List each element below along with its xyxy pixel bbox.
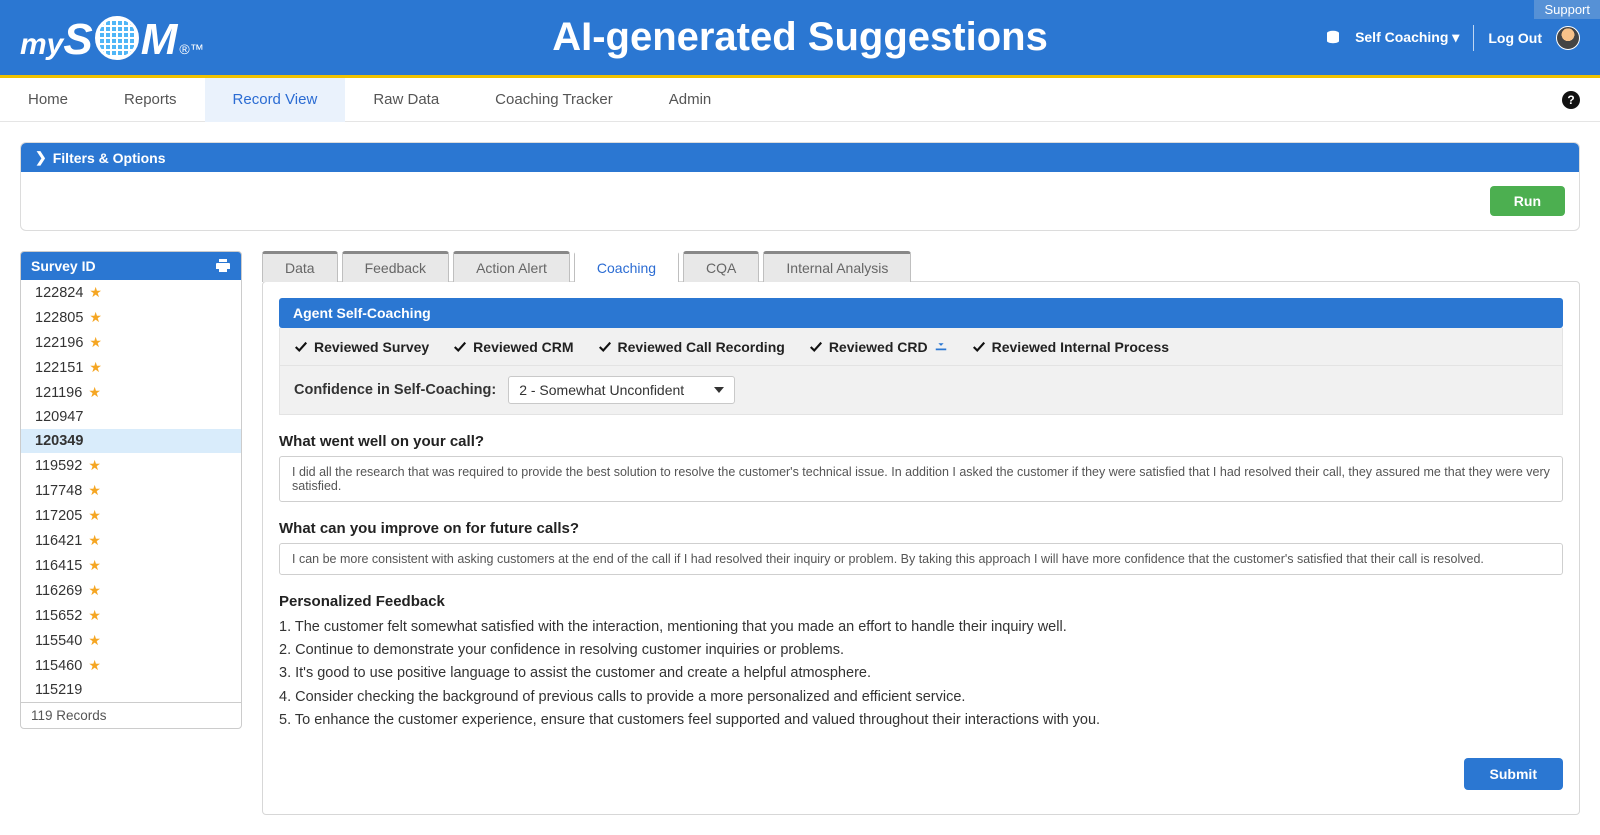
feedback-item: 1. The customer felt somewhat satisfied …: [279, 616, 1563, 639]
coaching-card: Agent Self-Coaching Reviewed SurveyRevie…: [262, 281, 1580, 815]
nav-raw-data[interactable]: Raw Data: [345, 78, 467, 122]
mode-selector[interactable]: Self Coaching ▾: [1355, 29, 1459, 46]
main-nav: HomeReportsRecord ViewRaw DataCoaching T…: [0, 78, 1600, 122]
star-icon: ★: [88, 582, 101, 599]
star-icon: ★: [88, 507, 101, 524]
survey-row[interactable]: 116415★: [21, 553, 241, 578]
run-button[interactable]: Run: [1490, 186, 1565, 216]
tab-coaching[interactable]: Coaching: [574, 251, 679, 282]
feedback-item: 4. Consider checking the background of p…: [279, 686, 1563, 709]
survey-row[interactable]: 115219: [21, 678, 241, 702]
feedback-list: 1. The customer felt somewhat satisfied …: [279, 616, 1563, 732]
filters-panel: ❯ Filters & Options Run: [20, 142, 1580, 231]
star-icon: ★: [89, 284, 102, 301]
survey-row[interactable]: 122805★: [21, 305, 241, 330]
help-icon[interactable]: ?: [1562, 91, 1580, 109]
feedback-item: 3. It's good to use positive language to…: [279, 662, 1563, 685]
star-icon: ★: [88, 632, 101, 649]
check-reviewed-crd[interactable]: Reviewed CRD: [809, 338, 948, 355]
check-reviewed-survey[interactable]: Reviewed Survey: [294, 339, 429, 355]
confidence-select[interactable]: 2 - Somewhat Unconfident: [508, 376, 735, 404]
survey-row[interactable]: 117205★: [21, 503, 241, 528]
survey-row[interactable]: 122196★: [21, 330, 241, 355]
survey-count: 119 Records: [21, 702, 241, 728]
tab-data[interactable]: Data: [262, 251, 338, 282]
star-icon: ★: [89, 334, 102, 351]
q2-answer[interactable]: I can be more consistent with asking cus…: [279, 543, 1563, 575]
survey-row[interactable]: 115460★: [21, 653, 241, 678]
chevron-down-icon: [714, 387, 724, 393]
chevron-right-icon: ❯: [35, 149, 47, 166]
feedback-item: 2. Continue to demonstrate your confiden…: [279, 639, 1563, 662]
avatar[interactable]: [1556, 26, 1580, 50]
survey-row[interactable]: 115540★: [21, 628, 241, 653]
survey-row[interactable]: 120947: [21, 405, 241, 429]
feedback-title: Personalized Feedback: [279, 593, 1563, 610]
star-icon: ★: [88, 384, 101, 401]
logo[interactable]: mySM®™: [20, 10, 204, 65]
filters-toggle[interactable]: ❯ Filters & Options: [21, 143, 1579, 172]
logo-q-icon: [95, 16, 139, 60]
feedback-item: 5. To enhance the customer experience, e…: [279, 709, 1563, 732]
survey-panel: Survey ID 122824★122805★122196★122151★12…: [20, 251, 242, 729]
logout-link[interactable]: Log Out: [1488, 30, 1542, 46]
check-reviewed-crm[interactable]: Reviewed CRM: [453, 339, 573, 355]
survey-row[interactable]: 121196★: [21, 380, 241, 405]
nav-reports[interactable]: Reports: [96, 78, 205, 122]
page-title: AI-generated Suggestions: [552, 15, 1048, 60]
database-icon: [1325, 30, 1341, 46]
star-icon: ★: [88, 657, 101, 674]
q1-answer[interactable]: I did all the research that was required…: [279, 456, 1563, 502]
survey-row[interactable]: 122151★: [21, 355, 241, 380]
nav-record-view[interactable]: Record View: [205, 78, 346, 122]
survey-row[interactable]: 116421★: [21, 528, 241, 553]
survey-row[interactable]: 120349: [21, 429, 241, 453]
check-reviewed-internal-process[interactable]: Reviewed Internal Process: [972, 339, 1169, 355]
record-tabs: DataFeedbackAction AlertCoachingCQAInter…: [262, 251, 1580, 282]
star-icon: ★: [88, 557, 101, 574]
q2-label: What can you improve on for future calls…: [279, 520, 1563, 537]
nav-admin[interactable]: Admin: [641, 78, 740, 122]
confidence-label: Confidence in Self-Coaching:: [294, 382, 496, 398]
star-icon: ★: [89, 359, 102, 376]
review-checks-row: Reviewed Survey Reviewed CRM Reviewed Call…: [279, 328, 1563, 366]
survey-list[interactable]: 122824★122805★122196★122151★121196★12094…: [21, 280, 241, 702]
download-icon[interactable]: [934, 338, 948, 355]
section-title: Agent Self-Coaching: [279, 298, 1563, 328]
star-icon: ★: [89, 309, 102, 326]
q1-label: What went well on your call?: [279, 433, 1563, 450]
survey-row[interactable]: 122824★: [21, 280, 241, 305]
star-icon: ★: [88, 457, 101, 474]
tab-action-alert[interactable]: Action Alert: [453, 251, 570, 282]
nav-coaching-tracker[interactable]: Coaching Tracker: [467, 78, 641, 122]
submit-button[interactable]: Submit: [1464, 758, 1563, 790]
star-icon: ★: [88, 532, 101, 549]
nav-home[interactable]: Home: [0, 78, 96, 122]
survey-row[interactable]: 117748★: [21, 478, 241, 503]
support-link[interactable]: Support: [1534, 0, 1600, 19]
topbar: Support mySM®™ AI-generated Suggestions …: [0, 0, 1600, 78]
survey-row[interactable]: 115652★: [21, 603, 241, 628]
survey-row[interactable]: 119592★: [21, 453, 241, 478]
tab-feedback[interactable]: Feedback: [342, 251, 449, 282]
check-reviewed-call-recording[interactable]: Reviewed Call Recording: [598, 339, 785, 355]
survey-row[interactable]: 116269★: [21, 578, 241, 603]
star-icon: ★: [88, 482, 101, 499]
tab-cqa[interactable]: CQA: [683, 251, 759, 282]
print-icon[interactable]: [215, 258, 231, 274]
confidence-row: Confidence in Self-Coaching: 2 - Somewha…: [279, 366, 1563, 415]
survey-panel-title: Survey ID: [31, 258, 96, 274]
star-icon: ★: [88, 607, 101, 624]
tab-internal-analysis[interactable]: Internal Analysis: [763, 251, 911, 282]
